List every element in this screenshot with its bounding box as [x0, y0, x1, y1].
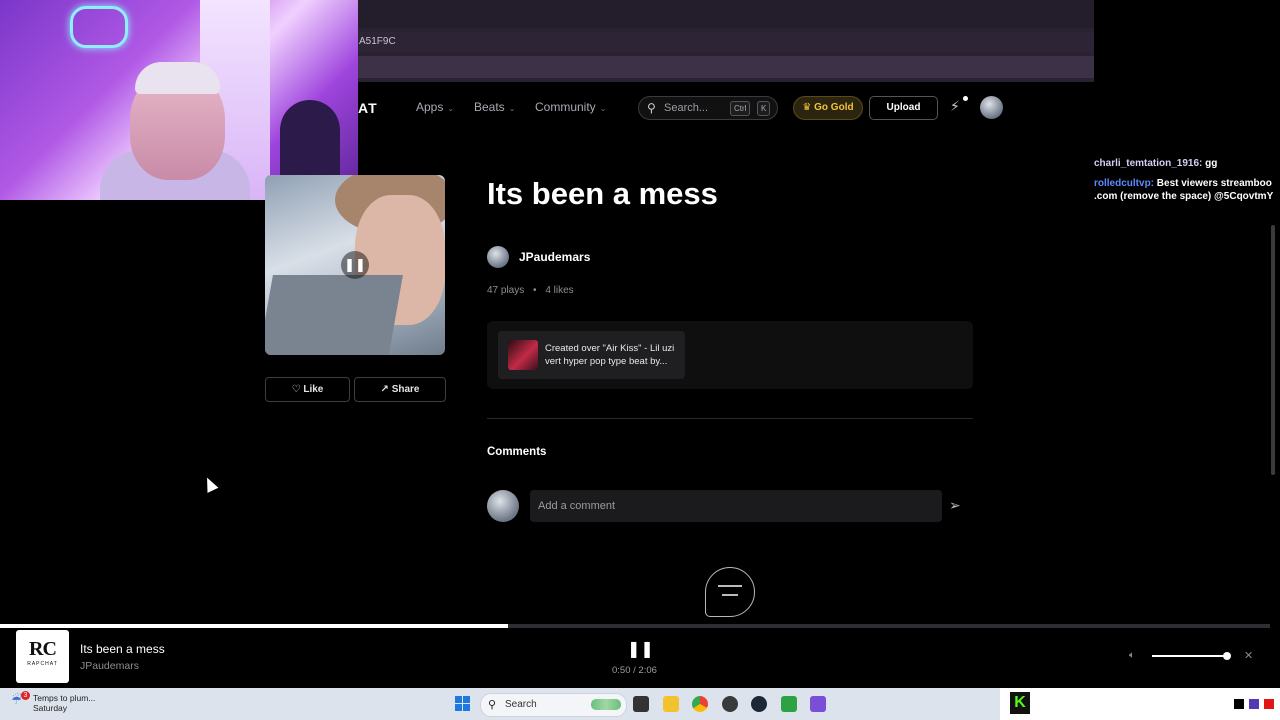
plays-count: 47 plays — [487, 285, 525, 296]
send-icon[interactable]: ➢ — [949, 497, 961, 514]
chevron-down-icon: ⌄ — [447, 104, 455, 113]
taskbar-search-label: Search — [505, 699, 537, 710]
cover-jacket — [265, 275, 403, 355]
nav-beats[interactable]: Beats ⌄ — [474, 100, 515, 114]
share-label: Share — [391, 384, 420, 395]
pause-icon[interactable]: ❚❚ — [341, 251, 369, 279]
tray-square-purple — [1249, 699, 1259, 709]
stats-separator: • — [533, 285, 537, 296]
chrome-icon[interactable] — [692, 696, 708, 712]
nav-beats-label: Beats — [474, 100, 505, 114]
track-stats: 47 plays • 4 likes — [487, 285, 574, 296]
mouse-cursor — [201, 475, 219, 493]
chat-message: rolledcultvp: Best viewers streamboo .co… — [1094, 177, 1274, 203]
weather-widget[interactable]: Temps to plum... Saturday — [33, 693, 95, 713]
windows-start-icon[interactable] — [455, 696, 471, 712]
share-icon: ↗ — [380, 384, 389, 395]
logo-subtext: RAPCHAT — [27, 661, 58, 667]
brand-logo[interactable]: AT — [358, 100, 378, 116]
volume-icon[interactable]: 🔈︎ — [1129, 650, 1135, 661]
search-highlight-art — [591, 699, 621, 710]
share-button[interactable]: ↗ Share — [354, 377, 446, 402]
xbox-icon[interactable] — [781, 696, 797, 712]
like-button[interactable]: ♡ Like — [265, 377, 350, 402]
search-input[interactable]: ⚲ Search... Ctrl K — [638, 96, 778, 120]
beat-credit-chip[interactable]: Created over "Air Kiss" - Lil uzi vert h… — [498, 331, 685, 379]
chevron-down-icon: ⌄ — [508, 104, 516, 113]
user-avatar[interactable] — [980, 96, 1003, 119]
like-icon: ♡ — [291, 384, 301, 395]
search-icon: ⚲ — [488, 699, 497, 711]
kick-logo[interactable]: K — [1010, 692, 1030, 714]
task-view-icon[interactable] — [633, 696, 649, 712]
chat-username: rolledcultvp: — [1094, 178, 1155, 189]
chat-text: gg — [1205, 158, 1218, 169]
artist-name[interactable]: JPaudemars — [519, 250, 590, 264]
like-label: Like — [303, 384, 324, 395]
search-placeholder: Search... — [664, 102, 709, 114]
tray-square-red — [1264, 699, 1274, 709]
player-artist[interactable]: JPaudemars — [80, 660, 139, 672]
chevron-down-icon: ⌄ — [599, 104, 607, 113]
progress-fill — [0, 624, 508, 628]
volume-knob[interactable] — [1223, 652, 1231, 660]
logo-text: RC — [29, 638, 57, 660]
taskbar-search[interactable]: ⚲ Search — [480, 693, 627, 717]
file-explorer-icon[interactable] — [663, 696, 679, 712]
pause-icon[interactable]: ❚❚ — [627, 639, 654, 659]
rapchat-logo[interactable]: RC RAPCHAT — [16, 630, 69, 683]
page-scrollbar[interactable] — [1271, 225, 1275, 475]
chat-username: charli_temtation_1916: — [1094, 158, 1203, 169]
player-time: 0:50 / 2:06 — [612, 665, 657, 676]
track-cover-art[interactable]: ❚❚ — [265, 175, 445, 355]
weather-icon[interactable]: ☔ 3 — [11, 691, 30, 707]
chat-bubble-icon[interactable] — [705, 567, 755, 617]
lightning-icon[interactable]: ⚡ — [950, 98, 960, 115]
artist-avatar[interactable] — [487, 246, 509, 268]
search-icon: ⚲ — [647, 101, 656, 115]
beat-thumbnail — [508, 340, 538, 370]
go-gold-button[interactable]: ♛ Go Gold — [793, 96, 863, 120]
chat-message: charli_temtation_1916: gg — [1094, 157, 1274, 170]
tray-square-black — [1234, 699, 1244, 709]
page-title: Its been a mess — [487, 176, 718, 211]
nav-community-label: Community — [535, 100, 596, 114]
stream-chat-overlay: charli_temtation_1916: gg rolledcultvp: … — [1094, 155, 1274, 225]
webcam-overlay — [0, 0, 358, 200]
divider — [487, 418, 973, 419]
nav-apps-label: Apps — [416, 100, 444, 114]
chat-bubble-line — [718, 585, 742, 587]
commenter-avatar — [487, 490, 519, 522]
tab-strip[interactable] — [358, 0, 1094, 28]
webcam-person-cap — [135, 62, 220, 94]
comment-input[interactable] — [530, 490, 942, 522]
nav-community[interactable]: Community ⌄ — [535, 100, 606, 114]
crown-icon: ♛ — [802, 102, 812, 113]
weather-line2: Saturday — [33, 703, 68, 713]
bookmarks-bar[interactable] — [358, 56, 1094, 78]
likes-count: 4 likes — [545, 285, 574, 296]
chat-bubble-line — [722, 594, 738, 596]
close-icon[interactable]: ✕ — [1244, 649, 1253, 662]
comments-heading: Comments — [487, 446, 547, 458]
upload-button[interactable]: Upload — [869, 96, 938, 120]
steam-icon[interactable] — [751, 696, 767, 712]
volume-slider[interactable] — [1152, 655, 1227, 657]
beat-credit-text: Created over "Air Kiss" - Lil uzi vert h… — [545, 343, 675, 367]
go-gold-label: Go Gold — [814, 102, 854, 113]
address-bar[interactable]: A51F9C — [358, 32, 1094, 52]
nav-apps[interactable]: Apps ⌄ — [416, 100, 454, 114]
kbd-k: K — [757, 101, 771, 116]
notification-dot — [963, 96, 968, 101]
neon-gamepad-sign — [70, 6, 128, 48]
player-track-title[interactable]: Its been a mess — [80, 642, 165, 656]
weather-line1: Temps to plum... — [33, 693, 96, 703]
obs-icon[interactable] — [722, 696, 738, 712]
weather-badge: 3 — [21, 691, 30, 700]
kbd-ctrl: Ctrl — [730, 101, 751, 116]
calculator-icon[interactable] — [810, 696, 826, 712]
